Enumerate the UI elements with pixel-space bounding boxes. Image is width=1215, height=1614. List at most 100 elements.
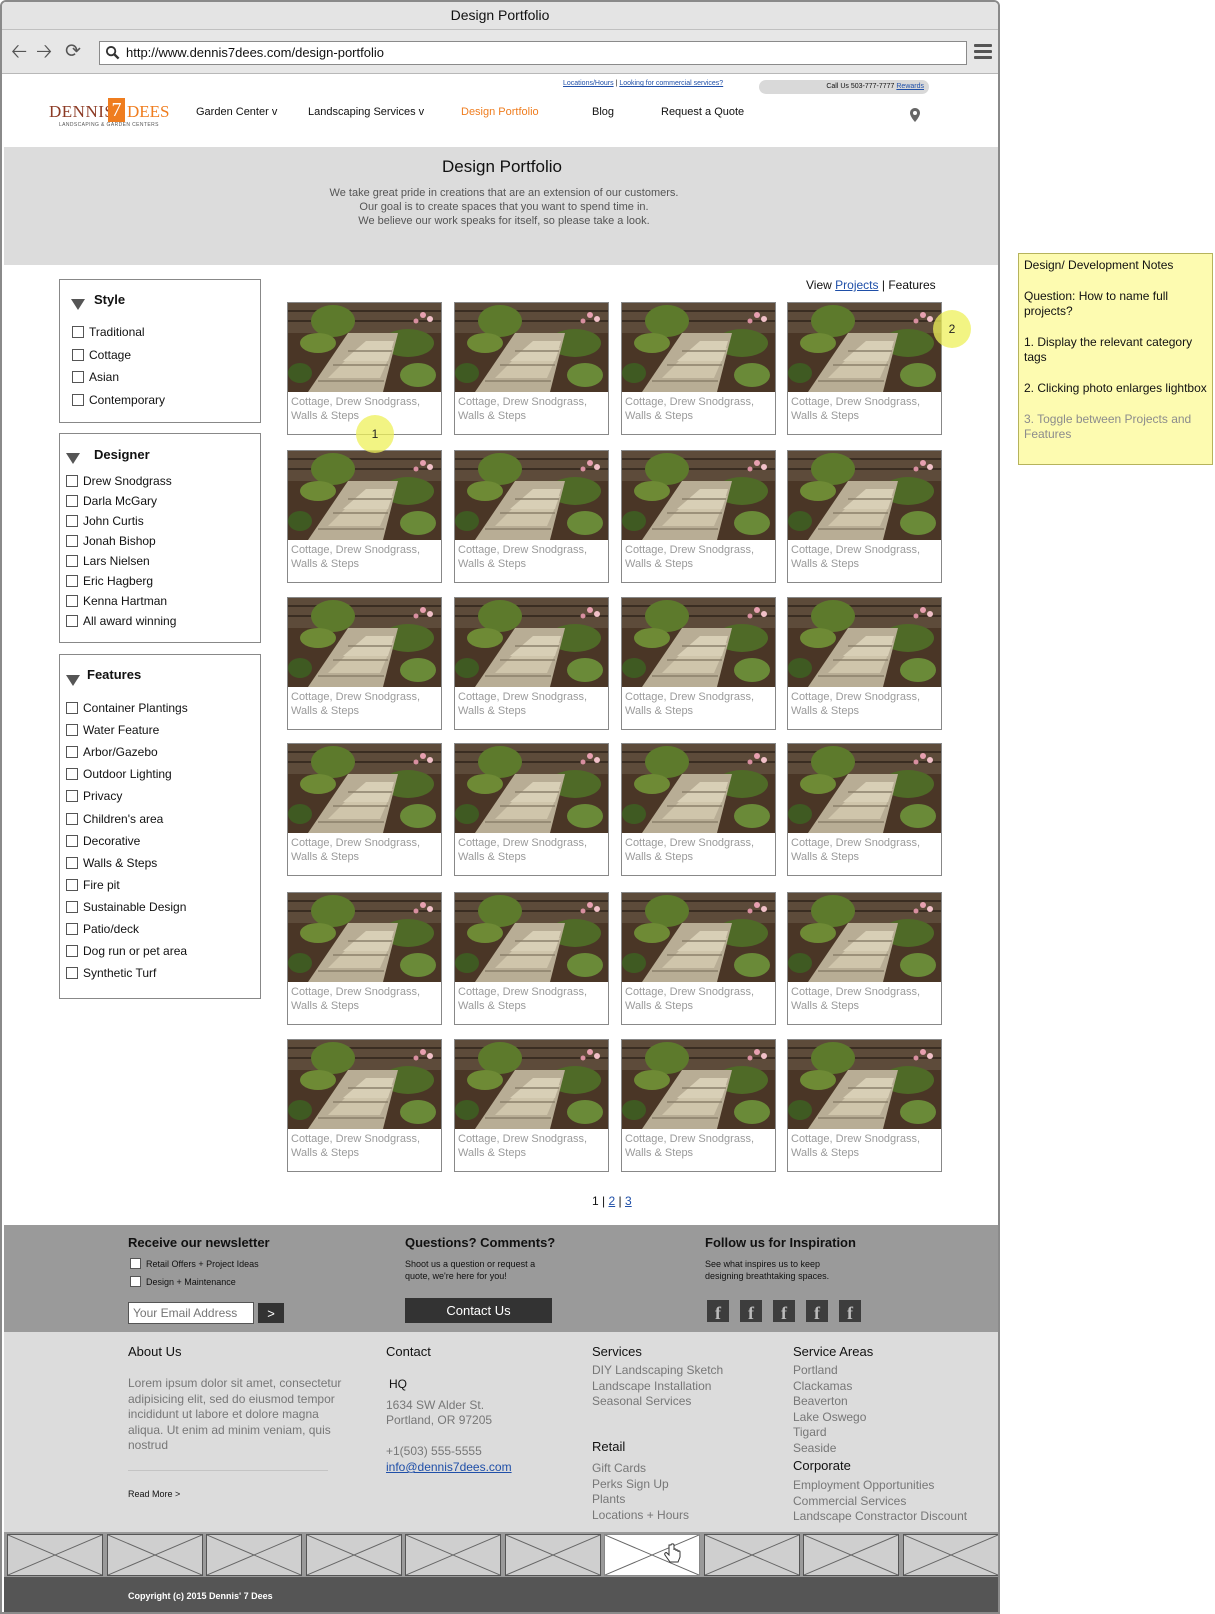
thumbnail-placeholder[interactable] [106, 1534, 203, 1576]
footer-link[interactable]: Seasonal Services [592, 1394, 723, 1410]
filter-option[interactable]: Walls & Steps [66, 856, 157, 870]
thumbnail-placeholder[interactable] [703, 1534, 800, 1576]
thumbnail-placeholder[interactable] [206, 1534, 302, 1576]
rewards-link[interactable]: Rewards [896, 83, 924, 90]
checkbox[interactable] [66, 702, 78, 714]
thumbnail-placeholder[interactable] [504, 1534, 601, 1576]
filter-option[interactable]: Traditional [72, 325, 145, 339]
project-tile[interactable]: Cottage, Drew Snodgrass, Walls & Steps [287, 1039, 442, 1172]
footer-link[interactable]: Commercial Services [793, 1494, 967, 1510]
footer-link[interactable]: Employment Opportunities [793, 1478, 967, 1494]
view-features-link[interactable]: Features [888, 278, 935, 292]
project-photo[interactable] [788, 1040, 941, 1129]
checkbox[interactable] [130, 1258, 141, 1269]
checkbox[interactable] [72, 393, 84, 406]
filter-option[interactable]: Kenna Hartman [66, 594, 167, 608]
email-field[interactable] [128, 1302, 254, 1324]
filter-option[interactable]: Arbor/Gazebo [66, 745, 158, 759]
project-tile[interactable]: Cottage, Drew Snodgrass, Walls & Steps [454, 302, 609, 435]
filter-option[interactable]: Container Plantings [66, 701, 188, 715]
thumbnail-placeholder[interactable] [7, 1534, 103, 1576]
thumbnail-placeholder[interactable] [604, 1534, 700, 1576]
checkbox[interactable] [66, 967, 78, 980]
facebook-icon[interactable]: f [773, 1300, 795, 1323]
checkbox[interactable] [130, 1276, 141, 1287]
checkbox[interactable] [66, 746, 78, 759]
footer-link[interactable]: Tigard [793, 1425, 866, 1441]
newsletter-option-design[interactable]: Design + Maintenance [130, 1276, 236, 1288]
project-tile[interactable]: Cottage, Drew Snodgrass, Walls & Steps [787, 892, 942, 1025]
hamburger-menu-icon[interactable] [974, 44, 992, 60]
project-tile[interactable]: Cottage, Drew Snodgrass, Walls & Steps [621, 302, 776, 435]
checkbox[interactable] [72, 371, 84, 383]
filter-option[interactable]: Dog run or pet area [66, 944, 187, 958]
forward-arrow-icon[interactable]: 🡢 [36, 42, 52, 62]
project-photo[interactable] [455, 598, 608, 687]
project-tile[interactable]: Cottage, Drew Snodgrass, Walls & Steps [454, 1039, 609, 1172]
project-photo[interactable] [288, 744, 441, 833]
checkbox[interactable] [66, 812, 78, 825]
footer-link[interactable]: Lake Oswego [793, 1410, 866, 1426]
thumbnail-placeholder[interactable] [803, 1534, 899, 1576]
checkbox[interactable] [66, 856, 78, 869]
project-photo[interactable] [288, 893, 441, 982]
project-photo[interactable] [455, 451, 608, 540]
project-tile[interactable]: Cottage, Drew Snodgrass, Walls & Steps [287, 302, 442, 435]
read-more-link[interactable]: Read More > [128, 1489, 180, 1499]
facebook-icon[interactable]: f [707, 1300, 729, 1323]
filter-option[interactable]: Contemporary [72, 393, 165, 407]
site-logo[interactable]: DENNIS' 7 DEES LANDSCAPING & GARDEN CENT… [49, 98, 170, 132]
filter-option[interactable]: Jonah Bishop [66, 534, 156, 548]
filter-option[interactable]: Asian [72, 370, 119, 384]
facebook-icon[interactable]: f [839, 1300, 861, 1323]
checkbox[interactable] [66, 945, 78, 958]
project-tile[interactable]: Cottage, Drew Snodgrass, Walls & Steps [621, 892, 776, 1025]
filter-option[interactable]: Eric Hagberg [66, 574, 153, 588]
filter-option[interactable]: Sustainable Design [66, 900, 186, 914]
project-tile[interactable]: Cottage, Drew Snodgrass, Walls & Steps [621, 1039, 776, 1172]
project-photo[interactable] [622, 451, 775, 540]
project-photo[interactable] [455, 303, 608, 392]
collapse-triangle-icon[interactable] [66, 453, 80, 464]
project-tile[interactable]: Cottage, Drew Snodgrass, Walls & Steps [787, 1039, 942, 1172]
checkbox[interactable] [66, 535, 78, 547]
collapse-triangle-icon[interactable] [66, 675, 80, 686]
nav-blog[interactable]: Blog [592, 106, 614, 118]
footer-link[interactable]: Clackamas [793, 1379, 866, 1395]
project-photo[interactable] [455, 744, 608, 833]
project-tile[interactable]: Cottage, Drew Snodgrass, Walls & Steps [787, 597, 942, 730]
project-tile[interactable]: Cottage, Drew Snodgrass, Walls & Steps [621, 597, 776, 730]
nav-landscaping-services[interactable]: Landscaping Services v [308, 106, 424, 118]
project-tile[interactable]: Cottage, Drew Snodgrass, Walls & Steps [287, 892, 442, 1025]
project-photo[interactable] [788, 744, 941, 833]
checkbox[interactable] [66, 595, 78, 607]
project-tile[interactable]: Cottage, Drew Snodgrass, Walls & Steps [454, 450, 609, 583]
project-photo[interactable] [622, 303, 775, 392]
checkbox[interactable] [66, 900, 78, 913]
filter-option[interactable]: Decorative [66, 834, 140, 848]
footer-link[interactable]: Landscape Installation [592, 1379, 723, 1395]
footer-link[interactable]: Beaverton [793, 1394, 866, 1410]
page-link-3[interactable]: 3 [625, 1194, 632, 1208]
project-photo[interactable] [788, 893, 941, 982]
project-photo[interactable] [288, 598, 441, 687]
filter-option[interactable]: Privacy [66, 789, 122, 803]
project-tile[interactable]: Cottage, Drew Snodgrass, Walls & Steps [287, 597, 442, 730]
footer-link[interactable]: Perks Sign Up [592, 1477, 689, 1493]
checkbox[interactable] [66, 475, 78, 487]
footer-link[interactable]: Seaside [793, 1441, 866, 1457]
project-photo[interactable] [622, 744, 775, 833]
project-tile[interactable]: Cottage, Drew Snodgrass, Walls & Steps [787, 302, 942, 435]
project-tile[interactable]: Cottage, Drew Snodgrass, Walls & Steps [621, 450, 776, 583]
filter-option[interactable]: John Curtis [66, 514, 144, 528]
email-submit-button[interactable]: > [257, 1302, 285, 1324]
project-photo[interactable] [788, 451, 941, 540]
project-tile[interactable]: Cottage, Drew Snodgrass, Walls & Steps [787, 450, 942, 583]
nav-garden-center[interactable]: Garden Center v [196, 106, 277, 118]
nav-design-portfolio[interactable]: Design Portfolio [461, 106, 539, 118]
filter-option[interactable]: Darla McGary [66, 494, 157, 508]
project-tile[interactable]: Cottage, Drew Snodgrass, Walls & Steps [454, 892, 609, 1025]
contact-us-button[interactable]: Contact Us [405, 1298, 552, 1323]
checkbox[interactable] [66, 575, 78, 587]
nav-request-quote[interactable]: Request a Quote [661, 106, 744, 118]
